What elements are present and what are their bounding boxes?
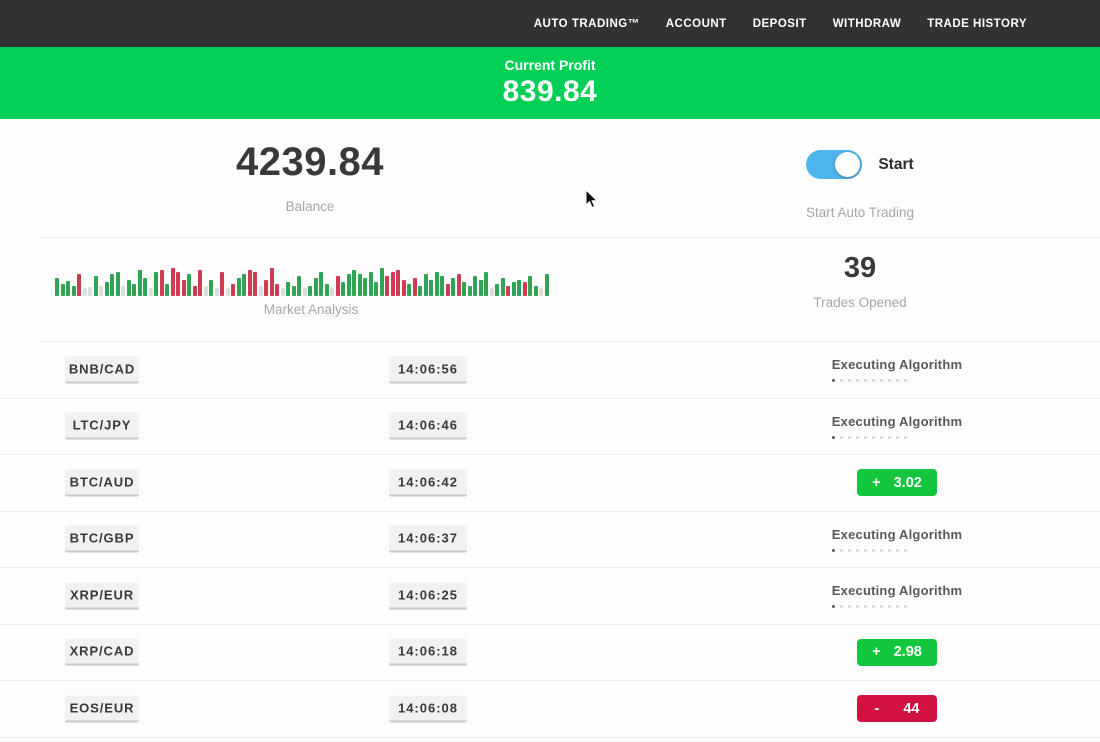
progress-dots [832,549,962,552]
balance-value: 4239.84 [0,140,620,185]
table-row: BTC/GBP 14:06:37 Executing Algorithm [0,512,1100,569]
status-label: Executing Algorithm [832,527,962,542]
trade-time: 14:06:56 [389,356,467,383]
trade-status: Executing Algorithm [797,568,997,624]
result-sign: + [872,475,880,491]
pair-badge: BNB/CAD [65,356,139,383]
current-profit-value: 839.84 [503,75,598,109]
trade-status: Executing Algorithm [797,399,997,455]
market-analysis-chart [55,262,567,296]
section-divider [40,237,1100,238]
trades-opened-label: Trades Opened [620,295,1100,310]
result-badge: + 3.02 [857,469,937,496]
result-badge: - 44 [857,695,937,722]
pair-badge: XRP/EUR [65,582,139,609]
progress-dots [832,379,962,382]
trade-time: 14:06:18 [389,639,467,666]
table-row: XRP/CAD 14:06:18 + 2.98 [0,625,1100,682]
trade-time: 14:06:25 [389,582,467,609]
progress-dots [832,436,962,439]
nav-item-deposit[interactable]: DEPOSIT [753,18,807,30]
result-value: 2.98 [894,644,922,660]
trade-time: 14:06:08 [389,695,467,722]
trades-opened-section: 39 Trades Opened [620,252,1100,310]
auto-trading-app: AUTO TRADING™ ACCOUNT DEPOSIT WITHDRAW TRADE… [0,0,1100,742]
table-row: BTC/AUD 14:06:42 + 3.02 [0,455,1100,512]
toggle-state-label: Start [878,156,913,174]
nav-item-withdraw[interactable]: WITHDRAW [833,18,902,30]
result-value: 3.02 [894,475,922,491]
trade-status: + 2.98 [797,625,997,681]
result-sign: - [875,701,880,717]
nav-item-auto-trading[interactable]: AUTO TRADING™ [534,18,640,30]
trade-time: 14:06:37 [389,526,467,553]
balance-section: 4239.84 Balance [0,140,620,214]
pair-badge: BTC/AUD [65,469,139,496]
nav-item-trade-history[interactable]: TRADE HISTORY [927,18,1027,30]
trades-list: BNB/CAD 14:06:56 Executing Algorithm LTC… [0,342,1100,738]
pair-badge: EOS/EUR [65,695,139,722]
start-auto-trading-label: Start Auto Trading [620,205,1100,220]
trades-opened-value: 39 [620,252,1100,285]
balance-label: Balance [0,199,620,214]
result-sign: + [872,644,880,660]
pair-badge: BTC/GBP [65,526,139,553]
current-profit-banner: Current Profit 839.84 [0,47,1100,119]
trade-status: Executing Algorithm [797,342,997,398]
pair-badge: LTC/JPY [65,413,139,440]
status-label: Executing Algorithm [832,357,962,372]
trade-status: - 44 [797,681,997,737]
toggle-knob-icon [835,152,860,177]
auto-trading-section: Start Start Auto Trading [620,150,1100,220]
status-label: Executing Algorithm [832,583,962,598]
trade-time: 14:06:42 [389,469,467,496]
start-auto-trading-toggle[interactable] [806,150,862,179]
current-profit-label: Current Profit [505,57,596,73]
table-row: EOS/EUR 14:06:08 - 44 [0,681,1100,738]
result-badge: + 2.98 [857,639,937,666]
result-value: 44 [903,701,919,717]
trade-status: + 3.02 [797,455,997,511]
nav-item-account[interactable]: ACCOUNT [666,18,727,30]
pair-badge: XRP/CAD [65,639,139,666]
table-row: BNB/CAD 14:06:56 Executing Algorithm [0,342,1100,399]
trade-status: Executing Algorithm [797,512,997,568]
trade-time: 14:06:46 [389,413,467,440]
progress-dots [832,605,962,608]
table-row: LTC/JPY 14:06:46 Executing Algorithm [0,399,1100,456]
top-navbar: AUTO TRADING™ ACCOUNT DEPOSIT WITHDRAW TRADE… [0,0,1100,47]
table-row: XRP/EUR 14:06:25 Executing Algorithm [0,568,1100,625]
market-analysis-label: Market Analysis [55,302,567,317]
status-label: Executing Algorithm [832,414,962,429]
